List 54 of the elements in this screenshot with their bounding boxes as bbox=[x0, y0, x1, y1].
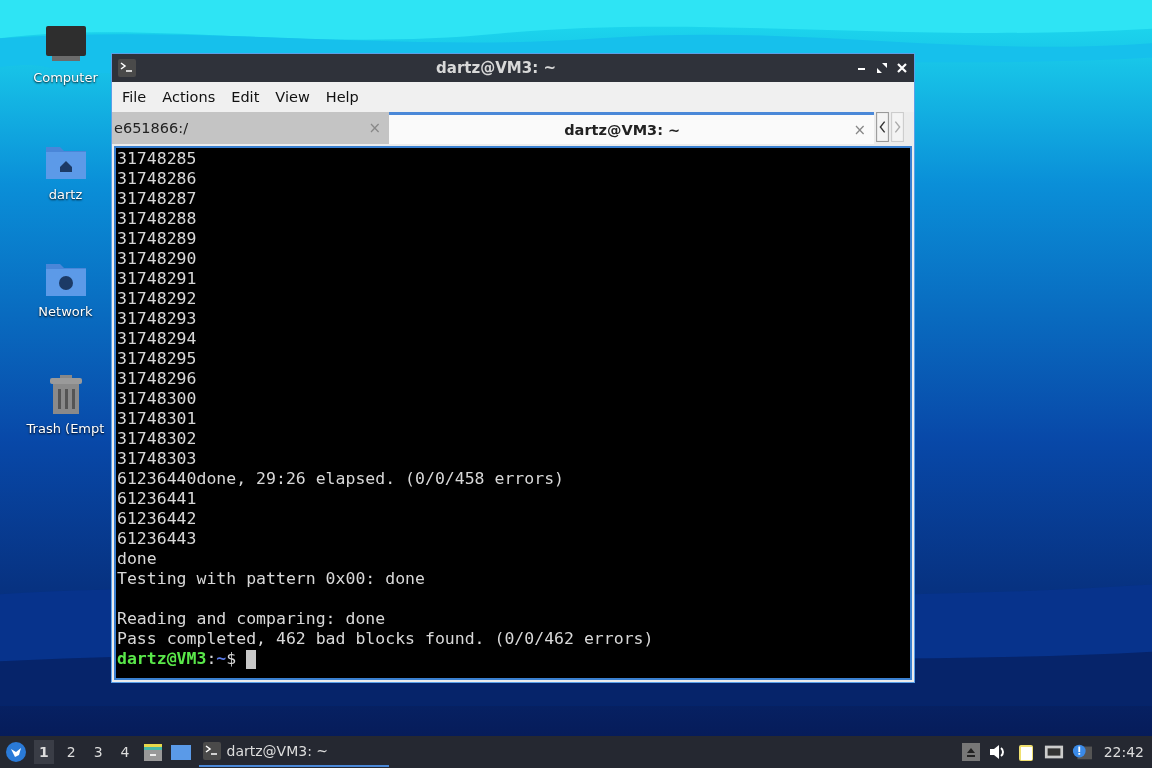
terminal-line: 31748292 bbox=[117, 289, 198, 309]
menu-item[interactable]: Edit bbox=[223, 89, 268, 105]
desktop-icon-label[interactable]: dartz bbox=[48, 187, 83, 202]
terminal-line: 61236441 bbox=[117, 489, 198, 509]
terminal-line: 31748291 bbox=[117, 269, 198, 289]
terminal-icon bbox=[202, 742, 221, 760]
tab[interactable]: dartz@VM3: ~ × bbox=[389, 112, 874, 144]
menu-item[interactable]: File bbox=[114, 89, 155, 105]
terminal-line: 31748295 bbox=[117, 349, 198, 369]
terminal-line: Pass completed, 462 bad blocks found. (0/0/462 errors) bbox=[117, 629, 655, 649]
terminal-line: done bbox=[117, 549, 158, 569]
chevron-left-icon[interactable] bbox=[876, 112, 889, 142]
menu-item[interactable]: View bbox=[267, 89, 318, 105]
terminal-icon bbox=[118, 59, 136, 77]
tab[interactable]: e651866:/ × bbox=[112, 112, 389, 144]
menu-item[interactable]: Actions bbox=[154, 89, 224, 105]
terminal-line: 31748300 bbox=[117, 389, 198, 409]
workspace-button[interactable]: 1 bbox=[34, 740, 54, 764]
terminal-line: 31748288 bbox=[117, 209, 198, 229]
terminal-line: 31748289 bbox=[117, 229, 198, 249]
terminal-line: 61236440done, 29:26 elapsed. (0/0/458 errors) bbox=[117, 469, 566, 489]
terminal-line: 31748296 bbox=[117, 369, 198, 389]
desktop-icon-label[interactable]: Network bbox=[38, 304, 93, 319]
terminal-line: 61236442 bbox=[117, 509, 198, 529]
desktop-icon-label[interactable]: Trash (Empt bbox=[26, 421, 105, 436]
workspace-button[interactable]: 2 bbox=[61, 740, 81, 764]
text-cursor bbox=[246, 649, 257, 669]
file-cabinet-icon[interactable] bbox=[142, 742, 163, 762]
terminal-line: 31748293 bbox=[117, 309, 198, 329]
maximize-icon[interactable] bbox=[876, 62, 888, 74]
desktop-icon[interactable] bbox=[170, 742, 191, 762]
terminal-line: 31748302 bbox=[117, 429, 198, 449]
terminal-line: Testing with pattern 0x00: done bbox=[117, 569, 426, 589]
terminal-line: 31748285 bbox=[117, 149, 198, 169]
workspace-button[interactable]: 3 bbox=[88, 740, 108, 764]
start-menu-icon[interactable] bbox=[6, 742, 26, 762]
terminal-line: Reading and comparing: done bbox=[117, 609, 387, 629]
taskbar-window-button[interactable]: dartz@VM3: ~ bbox=[198, 737, 389, 767]
terminal-line: 31748290 bbox=[117, 249, 198, 269]
workspace-button[interactable]: 4 bbox=[115, 740, 135, 764]
terminal-line: 31748294 bbox=[117, 329, 198, 349]
terminal-line: 61236443 bbox=[117, 529, 198, 549]
notification-icon[interactable] bbox=[1071, 742, 1092, 762]
window-title: dartz@VM3: ~ bbox=[435, 59, 557, 77]
menu-item[interactable]: Help bbox=[317, 89, 367, 105]
terminal-line: 31748287 bbox=[117, 189, 198, 209]
shell-prompt: dartz@VM3:~$ bbox=[117, 649, 237, 669]
terminal-line: 31748303 bbox=[117, 449, 198, 469]
terminal-area[interactable] bbox=[114, 146, 912, 680]
clock[interactable]: 22:42 bbox=[1103, 744, 1144, 760]
eject-icon[interactable] bbox=[961, 743, 980, 761]
close-icon[interactable] bbox=[896, 62, 908, 74]
terminal-line: 31748286 bbox=[117, 169, 198, 189]
terminal-line: 31748301 bbox=[117, 409, 198, 429]
